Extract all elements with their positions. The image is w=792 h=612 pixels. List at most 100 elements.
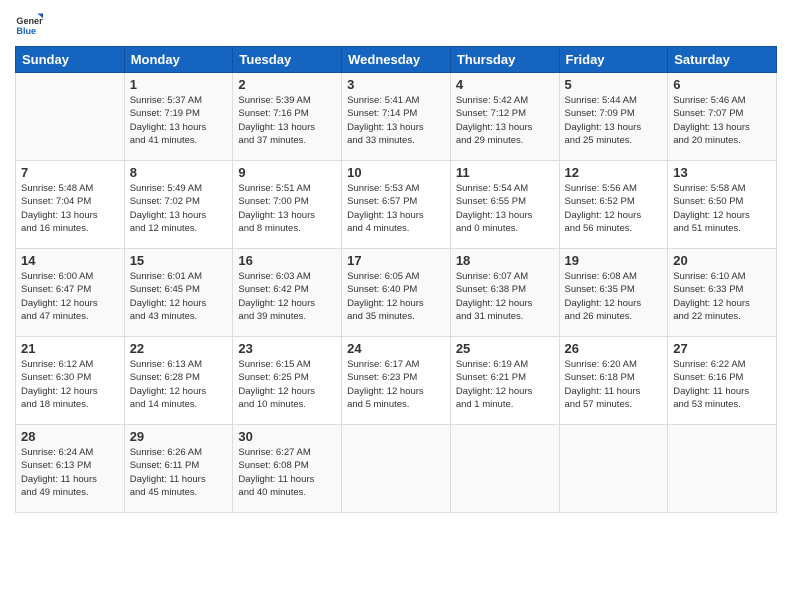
- day-number: 20: [673, 253, 771, 268]
- day-number: 8: [130, 165, 228, 180]
- day-number: 11: [456, 165, 554, 180]
- calendar-cell: 19 Sunrise: 6:08 AM Sunset: 6:35 PM Dayli…: [559, 249, 668, 337]
- weekday-header-monday: Monday: [124, 47, 233, 73]
- day-info: Sunrise: 5:42 AM Sunset: 7:12 PM Dayligh…: [456, 94, 554, 147]
- svg-text:General: General: [16, 16, 43, 26]
- calendar-cell: 23 Sunrise: 6:15 AM Sunset: 6:25 PM Dayli…: [233, 337, 342, 425]
- day-number: 28: [21, 429, 119, 444]
- day-number: 19: [565, 253, 663, 268]
- day-info: Sunrise: 5:46 AM Sunset: 7:07 PM Dayligh…: [673, 94, 771, 147]
- day-info: Sunrise: 6:10 AM Sunset: 6:33 PM Dayligh…: [673, 270, 771, 323]
- calendar-header-row: SundayMondayTuesdayWednesdayThursdayFrid…: [16, 47, 777, 73]
- svg-text:Blue: Blue: [16, 26, 36, 36]
- day-number: 7: [21, 165, 119, 180]
- day-number: 3: [347, 77, 445, 92]
- day-number: 9: [238, 165, 336, 180]
- day-number: 1: [130, 77, 228, 92]
- day-number: 10: [347, 165, 445, 180]
- day-number: 14: [21, 253, 119, 268]
- day-info: Sunrise: 5:49 AM Sunset: 7:02 PM Dayligh…: [130, 182, 228, 235]
- calendar-cell: 29Sunrise: 6:26 AM Sunset: 6:11 PM Dayli…: [124, 425, 233, 513]
- calendar-cell: 3 Sunrise: 5:41 AM Sunset: 7:14 PM Daylig…: [342, 73, 451, 161]
- calendar-cell: 10 Sunrise: 5:53 AM Sunset: 6:57 PM Dayli…: [342, 161, 451, 249]
- day-info: Sunrise: 5:48 AM Sunset: 7:04 PM Dayligh…: [21, 182, 119, 235]
- calendar-cell: 5 Sunrise: 5:44 AM Sunset: 7:09 PM Daylig…: [559, 73, 668, 161]
- calendar-cell: 13 Sunrise: 5:58 AM Sunset: 6:50 PM Dayli…: [668, 161, 777, 249]
- day-info: Sunrise: 5:39 AM Sunset: 7:16 PM Dayligh…: [238, 94, 336, 147]
- calendar-cell: 12 Sunrise: 5:56 AM Sunset: 6:52 PM Dayli…: [559, 161, 668, 249]
- day-info: Sunrise: 5:51 AM Sunset: 7:00 PM Dayligh…: [238, 182, 336, 235]
- day-info: Sunrise: 6:15 AM Sunset: 6:25 PM Dayligh…: [238, 358, 336, 411]
- day-number: 29: [130, 429, 228, 444]
- calendar-cell: 11 Sunrise: 5:54 AM Sunset: 6:55 PM Dayli…: [450, 161, 559, 249]
- day-number: 27: [673, 341, 771, 356]
- day-info: Sunrise: 6:27 AM Sunset: 6:08 PM Dayligh…: [238, 446, 336, 499]
- calendar-cell: [16, 73, 125, 161]
- weekday-header-sunday: Sunday: [16, 47, 125, 73]
- calendar-cell: 20 Sunrise: 6:10 AM Sunset: 6:33 PM Dayli…: [668, 249, 777, 337]
- calendar-cell: 30 Sunrise: 6:27 AM Sunset: 6:08 PM Dayli…: [233, 425, 342, 513]
- day-number: 24: [347, 341, 445, 356]
- day-info: Sunrise: 6:13 AM Sunset: 6:28 PM Dayligh…: [130, 358, 228, 411]
- calendar-week-row: 7 Sunrise: 5:48 AM Sunset: 7:04 PM Daylig…: [16, 161, 777, 249]
- logo: General Blue: [15, 10, 43, 38]
- calendar-cell: 1 Sunrise: 5:37 AM Sunset: 7:19 PM Daylig…: [124, 73, 233, 161]
- day-number: 26: [565, 341, 663, 356]
- day-info: Sunrise: 5:54 AM Sunset: 6:55 PM Dayligh…: [456, 182, 554, 235]
- day-number: 30: [238, 429, 336, 444]
- page-header: General Blue: [15, 10, 777, 38]
- day-number: 13: [673, 165, 771, 180]
- calendar-week-row: 14Sunrise: 6:00 AM Sunset: 6:47 PM Dayli…: [16, 249, 777, 337]
- weekday-header-thursday: Thursday: [450, 47, 559, 73]
- day-info: Sunrise: 5:37 AM Sunset: 7:19 PM Dayligh…: [130, 94, 228, 147]
- calendar-cell: 25Sunrise: 6:19 AM Sunset: 6:21 PM Dayli…: [450, 337, 559, 425]
- day-info: Sunrise: 6:08 AM Sunset: 6:35 PM Dayligh…: [565, 270, 663, 323]
- calendar-cell: 24 Sunrise: 6:17 AM Sunset: 6:23 PM Dayli…: [342, 337, 451, 425]
- calendar-cell: 7 Sunrise: 5:48 AM Sunset: 7:04 PM Daylig…: [16, 161, 125, 249]
- day-number: 25: [456, 341, 554, 356]
- day-number: 12: [565, 165, 663, 180]
- calendar-cell: 27Sunrise: 6:22 AM Sunset: 6:16 PM Dayli…: [668, 337, 777, 425]
- day-number: 23: [238, 341, 336, 356]
- day-number: 4: [456, 77, 554, 92]
- day-number: 21: [21, 341, 119, 356]
- calendar-cell: 17 Sunrise: 6:05 AM Sunset: 6:40 PM Dayli…: [342, 249, 451, 337]
- day-info: Sunrise: 6:12 AM Sunset: 6:30 PM Dayligh…: [21, 358, 119, 411]
- day-info: Sunrise: 5:53 AM Sunset: 6:57 PM Dayligh…: [347, 182, 445, 235]
- day-info: Sunrise: 6:01 AM Sunset: 6:45 PM Dayligh…: [130, 270, 228, 323]
- calendar-cell: [559, 425, 668, 513]
- weekday-header-friday: Friday: [559, 47, 668, 73]
- calendar-cell: 15 Sunrise: 6:01 AM Sunset: 6:45 PM Dayli…: [124, 249, 233, 337]
- day-number: 5: [565, 77, 663, 92]
- day-info: Sunrise: 6:24 AM Sunset: 6:13 PM Dayligh…: [21, 446, 119, 499]
- calendar-week-row: 21 Sunrise: 6:12 AM Sunset: 6:30 PM Dayli…: [16, 337, 777, 425]
- day-number: 17: [347, 253, 445, 268]
- calendar-cell: [450, 425, 559, 513]
- day-number: 15: [130, 253, 228, 268]
- day-info: Sunrise: 5:44 AM Sunset: 7:09 PM Dayligh…: [565, 94, 663, 147]
- calendar-cell: 21 Sunrise: 6:12 AM Sunset: 6:30 PM Dayli…: [16, 337, 125, 425]
- day-info: Sunrise: 6:03 AM Sunset: 6:42 PM Dayligh…: [238, 270, 336, 323]
- calendar-cell: 4 Sunrise: 5:42 AM Sunset: 7:12 PM Daylig…: [450, 73, 559, 161]
- day-number: 22: [130, 341, 228, 356]
- calendar-cell: 8 Sunrise: 5:49 AM Sunset: 7:02 PM Daylig…: [124, 161, 233, 249]
- calendar-cell: 26Sunrise: 6:20 AM Sunset: 6:18 PM Dayli…: [559, 337, 668, 425]
- calendar-cell: 16 Sunrise: 6:03 AM Sunset: 6:42 PM Dayli…: [233, 249, 342, 337]
- day-number: 16: [238, 253, 336, 268]
- day-number: 6: [673, 77, 771, 92]
- weekday-header-saturday: Saturday: [668, 47, 777, 73]
- calendar-cell: 18Sunrise: 6:07 AM Sunset: 6:38 PM Dayli…: [450, 249, 559, 337]
- day-number: 18: [456, 253, 554, 268]
- calendar-week-row: 1 Sunrise: 5:37 AM Sunset: 7:19 PM Daylig…: [16, 73, 777, 161]
- calendar-cell: [668, 425, 777, 513]
- weekday-header-tuesday: Tuesday: [233, 47, 342, 73]
- calendar-cell: 22 Sunrise: 6:13 AM Sunset: 6:28 PM Dayli…: [124, 337, 233, 425]
- calendar-cell: 6 Sunrise: 5:46 AM Sunset: 7:07 PM Daylig…: [668, 73, 777, 161]
- day-info: Sunrise: 6:17 AM Sunset: 6:23 PM Dayligh…: [347, 358, 445, 411]
- calendar-cell: 2Sunrise: 5:39 AM Sunset: 7:16 PM Daylig…: [233, 73, 342, 161]
- day-info: Sunrise: 6:05 AM Sunset: 6:40 PM Dayligh…: [347, 270, 445, 323]
- day-info: Sunrise: 5:56 AM Sunset: 6:52 PM Dayligh…: [565, 182, 663, 235]
- calendar-cell: [342, 425, 451, 513]
- day-info: Sunrise: 5:41 AM Sunset: 7:14 PM Dayligh…: [347, 94, 445, 147]
- day-info: Sunrise: 5:58 AM Sunset: 6:50 PM Dayligh…: [673, 182, 771, 235]
